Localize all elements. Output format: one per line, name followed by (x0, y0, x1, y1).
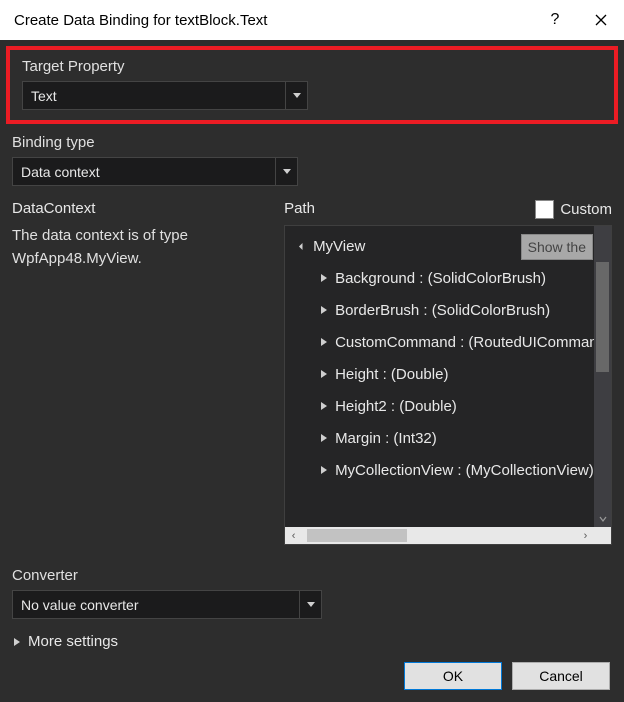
tree-item-label: CustomCommand : (RoutedUICommand) (335, 334, 611, 351)
dialog-title: Create Data Binding for textBlock.Text (14, 12, 532, 29)
vertical-scrollbar[interactable] (594, 226, 611, 527)
tree-item-label: Height2 : (Double) (335, 398, 457, 415)
converter-label: Converter (12, 567, 612, 584)
dialog-body: Target Property Text Binding type Data c… (0, 46, 624, 662)
caret-collapsed-icon (319, 434, 329, 442)
path-label: Path (284, 200, 535, 217)
tree-item-label: Background : (SolidColorBrush) (335, 270, 546, 287)
help-button[interactable]: ? (532, 0, 578, 40)
caret-collapsed-icon (319, 402, 329, 410)
tree-item[interactable]: Height : (Double) (291, 358, 611, 390)
tree-item[interactable]: Height2 : (Double) (291, 390, 611, 422)
ok-button[interactable]: OK (404, 662, 502, 690)
target-property-highlight: Target Property Text (6, 46, 618, 124)
datacontext-description: The data context is of type WpfApp48.MyV… (12, 225, 266, 270)
target-property-value: Text (31, 88, 57, 104)
scrollbar-thumb[interactable] (596, 262, 609, 372)
caret-collapsed-icon (319, 466, 329, 474)
caret-collapsed-icon (319, 274, 329, 282)
horizontal-scrollbar[interactable]: ‹ › (285, 527, 594, 544)
binding-type-label: Binding type (12, 134, 612, 151)
tree-root-label: MyView (313, 238, 365, 255)
chevron-down-icon (285, 82, 307, 109)
scroll-left-icon[interactable]: ‹ (285, 527, 302, 544)
tree-item[interactable]: BorderBrush : (SolidColorBrush) (291, 294, 611, 326)
path-tree: Show the MyView Background : (SolidColor… (284, 225, 612, 545)
caret-expanded-icon (297, 244, 307, 249)
chevron-down-icon (299, 591, 321, 618)
tree-item-label: Margin : (Int32) (335, 430, 437, 447)
binding-type-value: Data context (21, 164, 100, 180)
show-button[interactable]: Show the (521, 234, 593, 260)
converter-dropdown[interactable]: No value converter (12, 590, 322, 619)
tree-item[interactable]: Margin : (Int32) (291, 422, 611, 454)
close-button[interactable] (578, 0, 624, 40)
cancel-button[interactable]: Cancel (512, 662, 610, 690)
scroll-down-icon[interactable] (594, 510, 611, 527)
tree-item-label: BorderBrush : (SolidColorBrush) (335, 302, 550, 319)
tree-item-label: MyCollectionView : (MyCollectionView) (335, 462, 594, 479)
scrollbar-thumb[interactable] (307, 529, 407, 542)
target-property-label: Target Property (22, 58, 602, 75)
converter-value: No value converter (21, 597, 139, 613)
binding-type-dropdown[interactable]: Data context (12, 157, 298, 186)
caret-collapsed-icon (319, 306, 329, 314)
caret-collapsed-icon (319, 338, 329, 346)
chevron-down-icon (275, 158, 297, 185)
more-settings-label: More settings (28, 633, 118, 650)
title-bar: Create Data Binding for textBlock.Text ? (0, 0, 624, 40)
more-settings-expander[interactable]: More settings (12, 633, 612, 650)
tree-item[interactable]: CustomCommand : (RoutedUICommand) (291, 326, 611, 358)
target-property-dropdown[interactable]: Text (22, 81, 308, 110)
custom-label: Custom (560, 201, 612, 218)
close-icon (595, 14, 607, 26)
dialog-footer: OK Cancel (404, 662, 610, 690)
scroll-corner (594, 527, 611, 544)
datacontext-label: DataContext (12, 200, 266, 217)
scroll-right-icon[interactable]: › (577, 527, 594, 544)
caret-collapsed-icon (319, 370, 329, 378)
tree-item[interactable]: Background : (SolidColorBrush) (291, 262, 611, 294)
caret-collapsed-icon (12, 638, 22, 646)
tree-item[interactable]: MyCollectionView : (MyCollectionView) (291, 454, 611, 486)
tree-item-label: Height : (Double) (335, 366, 448, 383)
custom-checkbox[interactable] (535, 200, 554, 219)
